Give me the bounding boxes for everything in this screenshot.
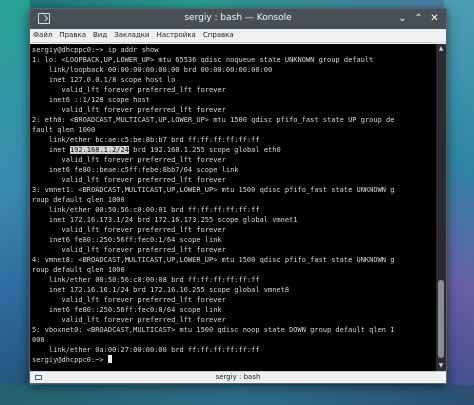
terminal-line: valid_lft forever preferred_lft forever [32,176,226,184]
menu-item-settings[interactable]: Настройка [154,29,200,42]
terminal-line: link/ether 00:50:56:c0:00:01 brd ff:ff:f… [32,206,260,214]
terminal-line: valid_lft forever preferred_lft forever [32,316,226,324]
terminal-line: inet6 fe80::250:56ff:fec0:8/64 scope lin… [32,306,222,314]
konsole-window: sergiy : bash — Konsole ⌄ ⌃ ✕ Файл Правк… [29,8,447,384]
terminal-cursor [107,355,112,363]
terminal-line: 3: vmnet1: <BROADCAST,MULTICAST,UP,LOWER… [32,186,395,194]
minimize-button[interactable]: ⌄ [396,12,409,25]
terminal-line: link/ether 00:50:56:c0:00:08 brd ff:ff:f… [32,276,260,284]
terminal-output[interactable]: sergiy@dhcppc0:~> ip addr show 1: lo: <L… [32,45,435,365]
terminal-line: valid_lft forever preferred_lft forever [32,106,226,114]
terminal-line: valid_lft forever preferred_lft forever [32,86,226,94]
terminal-line: 2: eth0: <BROADCAST,MULTICAST,UP,LOWER_U… [32,116,395,124]
terminal-line: inet 127.0.0.1/8 scope host lo [32,76,176,84]
title-bar[interactable]: sergiy : bash — Konsole ⌄ ⌃ ✕ [30,9,446,29]
terminal-line: 5: vboxnet0: <BROADCAST,MULTICAST> mtu 1… [32,326,395,334]
menu-item-bookmarks[interactable]: Закладки [111,29,153,42]
tab-bar: sergiy : bash [30,371,446,383]
desktop-background-right [444,0,474,405]
selected-ip-address[interactable]: 192.168.1.2/24 [69,146,129,154]
terminal-line: link/ether bc:ae:c5:be:8b:b7 brd ff:ff:f… [32,136,260,144]
terminal-line: 000 [32,336,45,344]
terminal-line: inet 172.16.173.1/24 brd 172.16.173.255 … [32,216,298,224]
terminal-line: fault qlen 1000 [32,126,96,134]
menu-item-help[interactable]: Справка [200,29,238,42]
terminal-line: 4: vmnet8: <BROADCAST,MULTICAST,UP,LOWER… [32,256,395,264]
terminal-line: inet6 fe80::250:56ff:fec0:1/64 scope lin… [32,236,222,244]
terminal-line: sergiy@dhcppc0:~> ip addr show [32,46,159,54]
terminal-line: 1: lo: <LOOPBACK,UP,LOWER_UP> mtu 65536 … [32,56,374,64]
menu-bar: Файл Правка Вид Закладки Настройка Справ… [30,29,446,43]
scroll-up-arrow-icon[interactable]: ▲ [436,44,446,54]
terminal-line: inet6 fe80::beae:c5ff:febe:8bb7/64 scope… [32,166,239,174]
terminal-area[interactable]: sergiy@dhcppc0:~> ip addr show 1: lo: <L… [30,44,446,371]
terminal-line: link/ether 0a:00:27:00:00:00 brd ff:ff:f… [32,346,260,354]
terminal-line: link/loopback 00:00:00:00:00:00 brd 00:0… [32,66,273,74]
terminal-line: roup default qlen 1000 [32,196,125,204]
terminal-line: valid_lft forever preferred_lft forever [32,296,226,304]
desktop-background-left [0,0,30,405]
menu-item-edit[interactable]: Правка [56,29,90,42]
menu-item-view[interactable]: Вид [90,29,111,42]
terminal-line: valid_lft forever preferred_lft forever [32,226,226,234]
terminal-line: valid_lft forever preferred_lft forever [32,246,226,254]
terminal-line: inet6 ::1/128 scope host [32,96,151,104]
menu-item-file[interactable]: Файл [30,29,56,42]
tab-sergiy-bash[interactable]: sergiy : bash [30,372,446,383]
terminal-line: inet 172.16.16.1/24 brd 172.16.16.255 sc… [32,286,290,294]
vertical-scrollbar[interactable]: ▲ ▼ [436,44,446,371]
maximize-button[interactable]: ⌃ [412,12,425,25]
scrollbar-thumb[interactable] [438,280,444,358]
terminal-text: brd 192.168.1.255 scope global eth0 [128,146,281,154]
scroll-down-arrow-icon[interactable]: ▼ [436,361,446,371]
terminal-line: roup default qlen 1000 [32,266,125,274]
terminal-prompt-line: sergiy@dhcppc0:~> [32,356,108,364]
terminal-line-selected-ip: inet 192.168.1.2/24 brd 192.168.1.255 sc… [32,146,281,154]
desktop-background-bottom [0,385,474,405]
terminal-line: valid_lft forever preferred_lft forever [32,156,226,164]
window-title: sergiy : bash — Konsole [184,13,292,23]
close-button[interactable]: ✕ [428,12,441,25]
terminal-text: inet [32,146,70,154]
